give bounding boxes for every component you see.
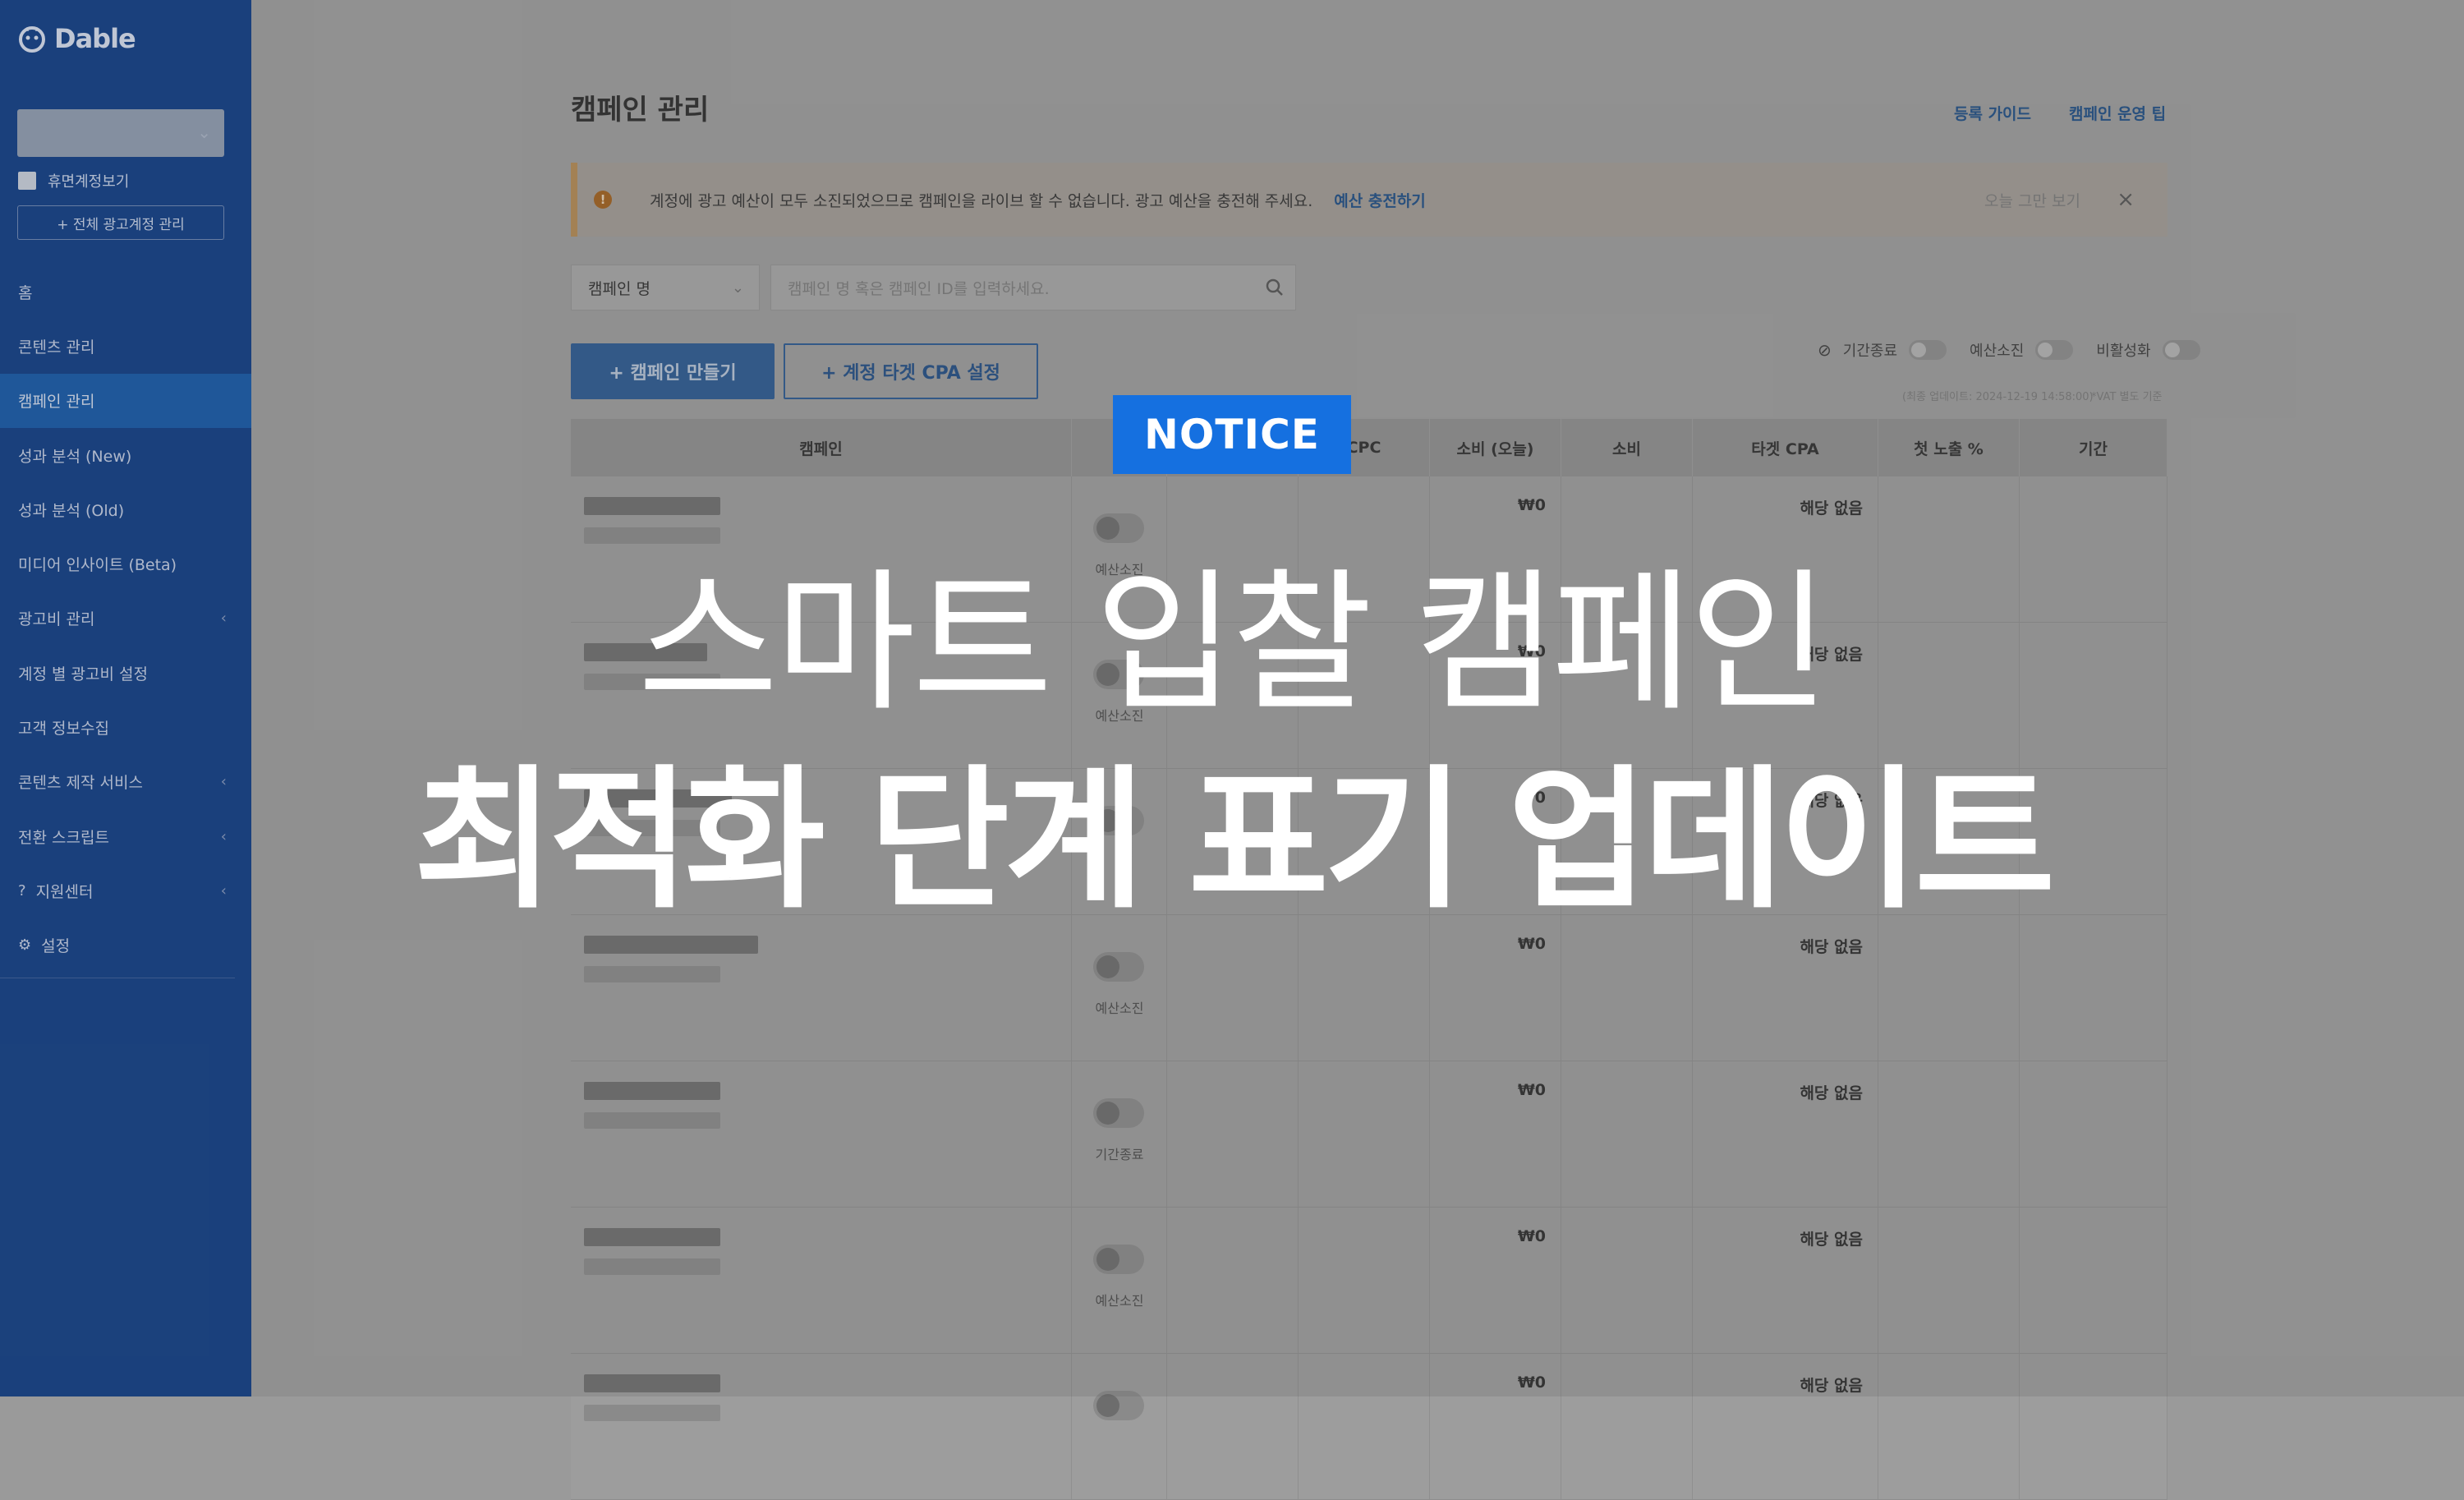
headline-line-2: 최적화 단계 표기 업데이트 [413,751,2056,929]
notice-overlay: NOTICE 스마트 입찰 캠페인 최적화 단계 표기 업데이트 [0,0,2464,1396]
headline-line-1: 스마트 입찰 캠페인 [637,554,1829,732]
notice-badge: NOTICE [1113,395,1351,474]
campaign-id-placeholder [584,1405,720,1421]
